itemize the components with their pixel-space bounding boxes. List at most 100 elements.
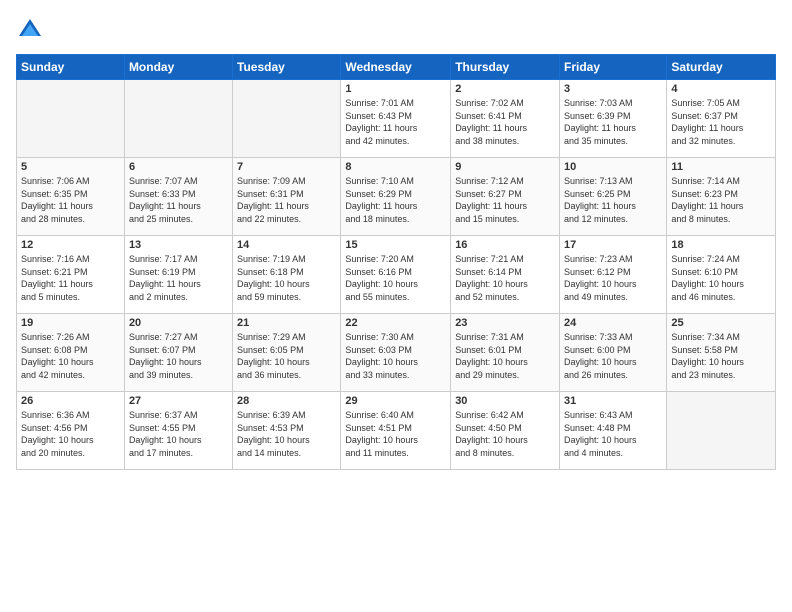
- calendar-cell: 7 Sunrise: 7:09 AM Sunset: 6:31 PM Daylig…: [233, 158, 341, 236]
- calendar-cell: [233, 80, 341, 158]
- calendar-cell: 20 Sunrise: 7:27 AM Sunset: 6:07 PM Dayli…: [124, 314, 232, 392]
- day-number: 12: [21, 239, 120, 251]
- cell-text: Sunrise: 7:10 AM Sunset: 6:29 PM Dayligh…: [345, 175, 446, 225]
- calendar-cell: 12Sunrise: 7:16 AM Sunset: 6:21 PM Dayli…: [17, 236, 125, 314]
- calendar-cell: [124, 80, 232, 158]
- calendar-cell: 4Sunrise: 7:05 AM Sunset: 6:37 PM Daylig…: [667, 80, 776, 158]
- calendar-cell: 22 Sunrise: 7:30 AM Sunset: 6:03 PM Dayli…: [341, 314, 451, 392]
- calendar-cell: 21Sunrise: 7:29 AM Sunset: 6:05 PM Dayli…: [233, 314, 341, 392]
- day-number: 9: [455, 161, 555, 173]
- day-number: 21: [237, 317, 336, 329]
- day-number: 25: [671, 317, 771, 329]
- calendar-cell: 31Sunrise: 6:43 AM Sunset: 4:48 PM Dayli…: [560, 392, 667, 470]
- cell-text: Sunrise: 7:31 AM Sunset: 6:01 PM Dayligh…: [455, 331, 555, 381]
- day-number: 13: [129, 239, 228, 251]
- cell-text: Sunrise: 7:13 AM Sunset: 6:25 PM Dayligh…: [564, 175, 662, 225]
- day-number: 6: [129, 161, 228, 173]
- calendar-cell: 30 Sunrise: 6:42 AM Sunset: 4:50 PM Dayli…: [451, 392, 560, 470]
- cell-text: Sunrise: 7:30 AM Sunset: 6:03 PM Dayligh…: [345, 331, 446, 381]
- cell-text: Sunrise: 6:42 AM Sunset: 4:50 PM Dayligh…: [455, 409, 555, 459]
- calendar-cell: 2 Sunrise: 7:02 AM Sunset: 6:41 PM Daylig…: [451, 80, 560, 158]
- calendar-header-row: SundayMondayTuesdayWednesdayThursdayFrid…: [17, 55, 776, 80]
- day-number: 29: [345, 395, 446, 407]
- cell-text: Sunrise: 7:12 AM Sunset: 6:27 PM Dayligh…: [455, 175, 555, 225]
- day-header-wednesday: Wednesday: [341, 55, 451, 80]
- day-header-friday: Friday: [560, 55, 667, 80]
- calendar-cell: 13 Sunrise: 7:17 AM Sunset: 6:19 PM Dayli…: [124, 236, 232, 314]
- cell-text: Sunrise: 6:37 AM Sunset: 4:55 PM Dayligh…: [129, 409, 228, 459]
- day-number: 11: [671, 161, 771, 173]
- header: [16, 16, 776, 44]
- logo-icon: [16, 16, 44, 44]
- day-number: 7: [237, 161, 336, 173]
- cell-text: Sunrise: 6:36 AM Sunset: 4:56 PM Dayligh…: [21, 409, 120, 459]
- calendar-cell: 19 Sunrise: 7:26 AM Sunset: 6:08 PM Dayli…: [17, 314, 125, 392]
- calendar-week-2: 5Sunrise: 7:06 AM Sunset: 6:35 PM Daylig…: [17, 158, 776, 236]
- day-header-tuesday: Tuesday: [233, 55, 341, 80]
- calendar-cell: 25Sunrise: 7:34 AM Sunset: 5:58 PM Dayli…: [667, 314, 776, 392]
- day-number: 28: [237, 395, 336, 407]
- cell-text: Sunrise: 7:09 AM Sunset: 6:31 PM Dayligh…: [237, 175, 336, 225]
- day-number: 2: [455, 83, 555, 95]
- calendar-week-5: 26Sunrise: 6:36 AM Sunset: 4:56 PM Dayli…: [17, 392, 776, 470]
- day-number: 22: [345, 317, 446, 329]
- calendar-cell: [667, 392, 776, 470]
- day-number: 19: [21, 317, 120, 329]
- cell-text: Sunrise: 7:02 AM Sunset: 6:41 PM Dayligh…: [455, 97, 555, 147]
- calendar: SundayMondayTuesdayWednesdayThursdayFrid…: [16, 54, 776, 470]
- day-header-thursday: Thursday: [451, 55, 560, 80]
- cell-text: Sunrise: 7:03 AM Sunset: 6:39 PM Dayligh…: [564, 97, 662, 147]
- calendar-week-3: 12Sunrise: 7:16 AM Sunset: 6:21 PM Dayli…: [17, 236, 776, 314]
- day-number: 30: [455, 395, 555, 407]
- cell-text: Sunrise: 7:21 AM Sunset: 6:14 PM Dayligh…: [455, 253, 555, 303]
- calendar-cell: 3Sunrise: 7:03 AM Sunset: 6:39 PM Daylig…: [560, 80, 667, 158]
- page: SundayMondayTuesdayWednesdayThursdayFrid…: [0, 0, 792, 612]
- calendar-cell: 18 Sunrise: 7:24 AM Sunset: 6:10 PM Dayli…: [667, 236, 776, 314]
- calendar-cell: 27 Sunrise: 6:37 AM Sunset: 4:55 PM Dayli…: [124, 392, 232, 470]
- day-number: 18: [671, 239, 771, 251]
- calendar-cell: 10 Sunrise: 7:13 AM Sunset: 6:25 PM Dayli…: [560, 158, 667, 236]
- day-header-monday: Monday: [124, 55, 232, 80]
- cell-text: Sunrise: 7:23 AM Sunset: 6:12 PM Dayligh…: [564, 253, 662, 303]
- calendar-cell: 15Sunrise: 7:20 AM Sunset: 6:16 PM Dayli…: [341, 236, 451, 314]
- day-header-saturday: Saturday: [667, 55, 776, 80]
- calendar-week-4: 19 Sunrise: 7:26 AM Sunset: 6:08 PM Dayli…: [17, 314, 776, 392]
- day-number: 8: [345, 161, 446, 173]
- day-number: 20: [129, 317, 228, 329]
- calendar-cell: 1 Sunrise: 7:01 AM Sunset: 6:43 PM Daylig…: [341, 80, 451, 158]
- calendar-cell: 16 Sunrise: 7:21 AM Sunset: 6:14 PM Dayli…: [451, 236, 560, 314]
- calendar-cell: 14 Sunrise: 7:19 AM Sunset: 6:18 PM Dayli…: [233, 236, 341, 314]
- day-number: 24: [564, 317, 662, 329]
- day-number: 1: [345, 83, 446, 95]
- day-number: 14: [237, 239, 336, 251]
- day-number: 16: [455, 239, 555, 251]
- calendar-cell: 17 Sunrise: 7:23 AM Sunset: 6:12 PM Dayli…: [560, 236, 667, 314]
- cell-text: Sunrise: 7:33 AM Sunset: 6:00 PM Dayligh…: [564, 331, 662, 381]
- calendar-cell: 28 Sunrise: 6:39 AM Sunset: 4:53 PM Dayli…: [233, 392, 341, 470]
- cell-text: Sunrise: 7:14 AM Sunset: 6:23 PM Dayligh…: [671, 175, 771, 225]
- calendar-cell: 23Sunrise: 7:31 AM Sunset: 6:01 PM Dayli…: [451, 314, 560, 392]
- cell-text: Sunrise: 7:17 AM Sunset: 6:19 PM Dayligh…: [129, 253, 228, 303]
- cell-text: Sunrise: 6:40 AM Sunset: 4:51 PM Dayligh…: [345, 409, 446, 459]
- cell-text: Sunrise: 7:27 AM Sunset: 6:07 PM Dayligh…: [129, 331, 228, 381]
- calendar-cell: 26Sunrise: 6:36 AM Sunset: 4:56 PM Dayli…: [17, 392, 125, 470]
- day-number: 17: [564, 239, 662, 251]
- cell-text: Sunrise: 7:24 AM Sunset: 6:10 PM Dayligh…: [671, 253, 771, 303]
- calendar-cell: 6 Sunrise: 7:07 AM Sunset: 6:33 PM Daylig…: [124, 158, 232, 236]
- cell-text: Sunrise: 7:26 AM Sunset: 6:08 PM Dayligh…: [21, 331, 120, 381]
- day-number: 15: [345, 239, 446, 251]
- cell-text: Sunrise: 6:39 AM Sunset: 4:53 PM Dayligh…: [237, 409, 336, 459]
- calendar-cell: 24 Sunrise: 7:33 AM Sunset: 6:00 PM Dayli…: [560, 314, 667, 392]
- cell-text: Sunrise: 7:07 AM Sunset: 6:33 PM Dayligh…: [129, 175, 228, 225]
- day-number: 10: [564, 161, 662, 173]
- day-number: 31: [564, 395, 662, 407]
- calendar-cell: [17, 80, 125, 158]
- day-number: 27: [129, 395, 228, 407]
- logo: [16, 16, 48, 44]
- calendar-cell: 8 Sunrise: 7:10 AM Sunset: 6:29 PM Daylig…: [341, 158, 451, 236]
- cell-text: Sunrise: 7:19 AM Sunset: 6:18 PM Dayligh…: [237, 253, 336, 303]
- calendar-week-1: 1 Sunrise: 7:01 AM Sunset: 6:43 PM Daylig…: [17, 80, 776, 158]
- calendar-cell: 29 Sunrise: 6:40 AM Sunset: 4:51 PM Dayli…: [341, 392, 451, 470]
- cell-text: Sunrise: 7:01 AM Sunset: 6:43 PM Dayligh…: [345, 97, 446, 147]
- calendar-cell: 9 Sunrise: 7:12 AM Sunset: 6:27 PM Daylig…: [451, 158, 560, 236]
